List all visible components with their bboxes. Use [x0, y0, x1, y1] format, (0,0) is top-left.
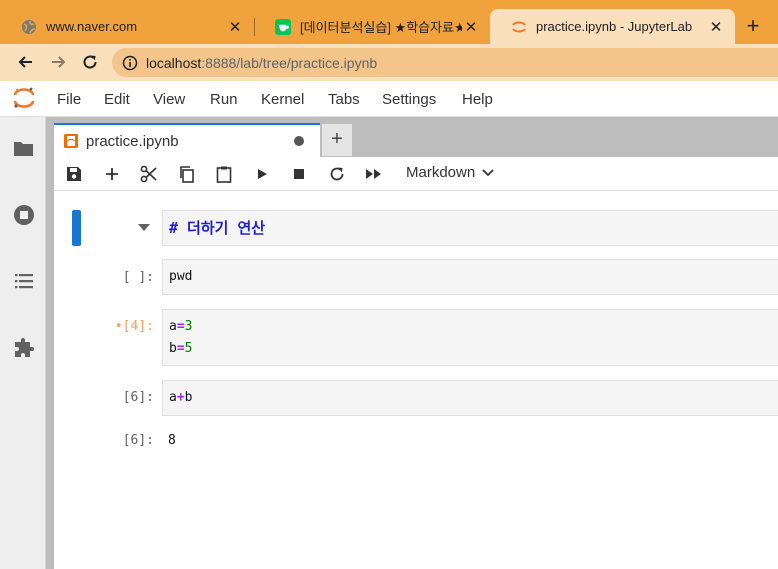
restart-button[interactable]: [327, 164, 347, 184]
code-cell[interactable]: a+b: [162, 380, 778, 416]
code-line: a=3: [163, 316, 778, 338]
code-operator: =: [176, 341, 185, 356]
code-var: b: [184, 390, 193, 405]
jupyter-icon: [511, 19, 527, 35]
cell-output: 8: [168, 433, 176, 448]
menu-bar: File Edit View Run Kernel Tabs Settings …: [0, 81, 778, 117]
menu-view[interactable]: View: [153, 91, 185, 108]
new-tab-button[interactable]: +: [740, 14, 766, 40]
code-var: a: [169, 390, 177, 405]
input-prompt: •[4]:: [114, 319, 154, 334]
interrupt-button[interactable]: [289, 164, 309, 184]
url-path: :8888/lab/tree/practice.ipynb: [201, 54, 378, 71]
close-icon[interactable]: ✕: [226, 18, 244, 36]
run-button[interactable]: [252, 164, 272, 184]
output-prompt: [6]:: [122, 433, 154, 448]
code-cell[interactable]: pwd: [162, 259, 778, 295]
extension-puzzle-icon[interactable]: [12, 337, 36, 361]
active-cell-indicator: [72, 210, 81, 246]
code-operator: =: [176, 319, 185, 334]
browser-tab-title: [데이터분석실습] ★학습자료★ -: [300, 20, 462, 35]
collapse-heading-icon[interactable]: [138, 224, 150, 232]
notebook-tab-title: practice.ipynb: [86, 132, 179, 150]
menu-tabs[interactable]: Tabs: [328, 91, 360, 108]
chevron-down-icon: [482, 168, 494, 176]
code-line: pwd: [169, 269, 193, 284]
insert-cell-button[interactable]: [102, 164, 122, 184]
browser-tab-naver[interactable]: www.naver.com ✕: [0, 9, 254, 44]
play-icon: [258, 169, 267, 179]
stop-icon: [294, 169, 304, 179]
menu-run[interactable]: Run: [210, 91, 238, 108]
main-dock-area: practice.ipynb + Markdown # 더하기 연산 []: …: [46, 117, 778, 569]
arrow-right-icon: [52, 56, 66, 68]
arrow-left-icon: [18, 56, 32, 68]
cell-type-select[interactable]: Markdown: [406, 164, 495, 181]
code-cell[interactable]: a=3 b=5: [162, 309, 778, 366]
url-host: localhost: [146, 54, 202, 71]
copy-icon: [180, 166, 194, 183]
notebook-icon: [64, 134, 78, 148]
notebook-tab[interactable]: practice.ipynb: [54, 123, 320, 157]
notebook-toolbar: Markdown: [54, 157, 778, 191]
naver-cafe-icon: [275, 18, 291, 35]
forward-button[interactable]: [45, 49, 71, 75]
code-number: 5: [184, 341, 193, 356]
menu-help[interactable]: Help: [462, 91, 493, 108]
menu-file[interactable]: File: [57, 91, 81, 108]
info-icon: [122, 55, 138, 70]
browser-tab-strip: www.naver.com ✕ [데이터분석실습] ★학습자료★ - ✕ pra…: [0, 0, 778, 44]
left-sidebar: [0, 117, 46, 569]
save-button[interactable]: [64, 164, 84, 184]
code-number: 3: [184, 319, 193, 334]
running-sessions-icon[interactable]: [12, 203, 36, 227]
browser-toolbar: localhost:8888/lab/tree/practice.ipynb: [0, 44, 778, 81]
browser-tab-title: practice.ipynb - JupyterLab: [536, 19, 693, 34]
back-button[interactable]: [13, 49, 39, 75]
unsaved-indicator[interactable]: [294, 136, 304, 146]
folder-icon[interactable]: [12, 137, 36, 161]
table-of-contents-icon[interactable]: [12, 269, 36, 293]
browser-tab-title: www.naver.com: [46, 19, 138, 34]
code-line: b=5: [163, 338, 778, 360]
copy-button[interactable]: [177, 164, 197, 184]
input-prompt: [6]:: [122, 390, 154, 405]
notebook-panel: Markdown # 더하기 연산 [ ]: pwd •[4]: a=3 b=5…: [54, 157, 778, 569]
jupyter-logo-icon: [13, 87, 35, 108]
fast-forward-icon: [366, 169, 381, 179]
code-line: a+b: [163, 387, 778, 409]
menu-kernel[interactable]: Kernel: [261, 91, 304, 108]
address-bar[interactable]: localhost:8888/lab/tree/practice.ipynb: [112, 48, 778, 77]
markdown-source: # 더하기 연산: [169, 219, 266, 237]
code-operator: +: [176, 390, 185, 405]
reload-button[interactable]: [77, 49, 103, 75]
close-icon[interactable]: ✕: [707, 18, 725, 36]
close-icon[interactable]: ✕: [462, 18, 480, 36]
paste-button[interactable]: [214, 164, 234, 184]
menu-settings[interactable]: Settings: [382, 91, 436, 108]
plus-icon: [106, 168, 118, 180]
markdown-cell[interactable]: # 더하기 연산: [162, 210, 778, 246]
code-var: a: [169, 319, 177, 334]
restart-run-all-button[interactable]: [364, 164, 384, 184]
menu-edit[interactable]: Edit: [104, 91, 130, 108]
cell-type-label: Markdown: [406, 164, 476, 181]
save-icon: [67, 167, 81, 181]
code-var: b: [169, 341, 177, 356]
input-prompt: [ ]:: [122, 270, 154, 285]
globe-icon: [21, 19, 37, 35]
restart-icon: [330, 167, 344, 181]
reload-icon: [83, 55, 97, 69]
scissors-icon: [140, 165, 157, 183]
clipboard-icon: [216, 166, 232, 183]
browser-tab-cafe[interactable]: [데이터분석실습] ★학습자료★ - ✕: [254, 9, 490, 44]
browser-tab-jupyter[interactable]: practice.ipynb - JupyterLab ✕: [490, 9, 735, 44]
add-tab-button[interactable]: +: [322, 124, 352, 156]
cut-button[interactable]: [139, 164, 159, 184]
